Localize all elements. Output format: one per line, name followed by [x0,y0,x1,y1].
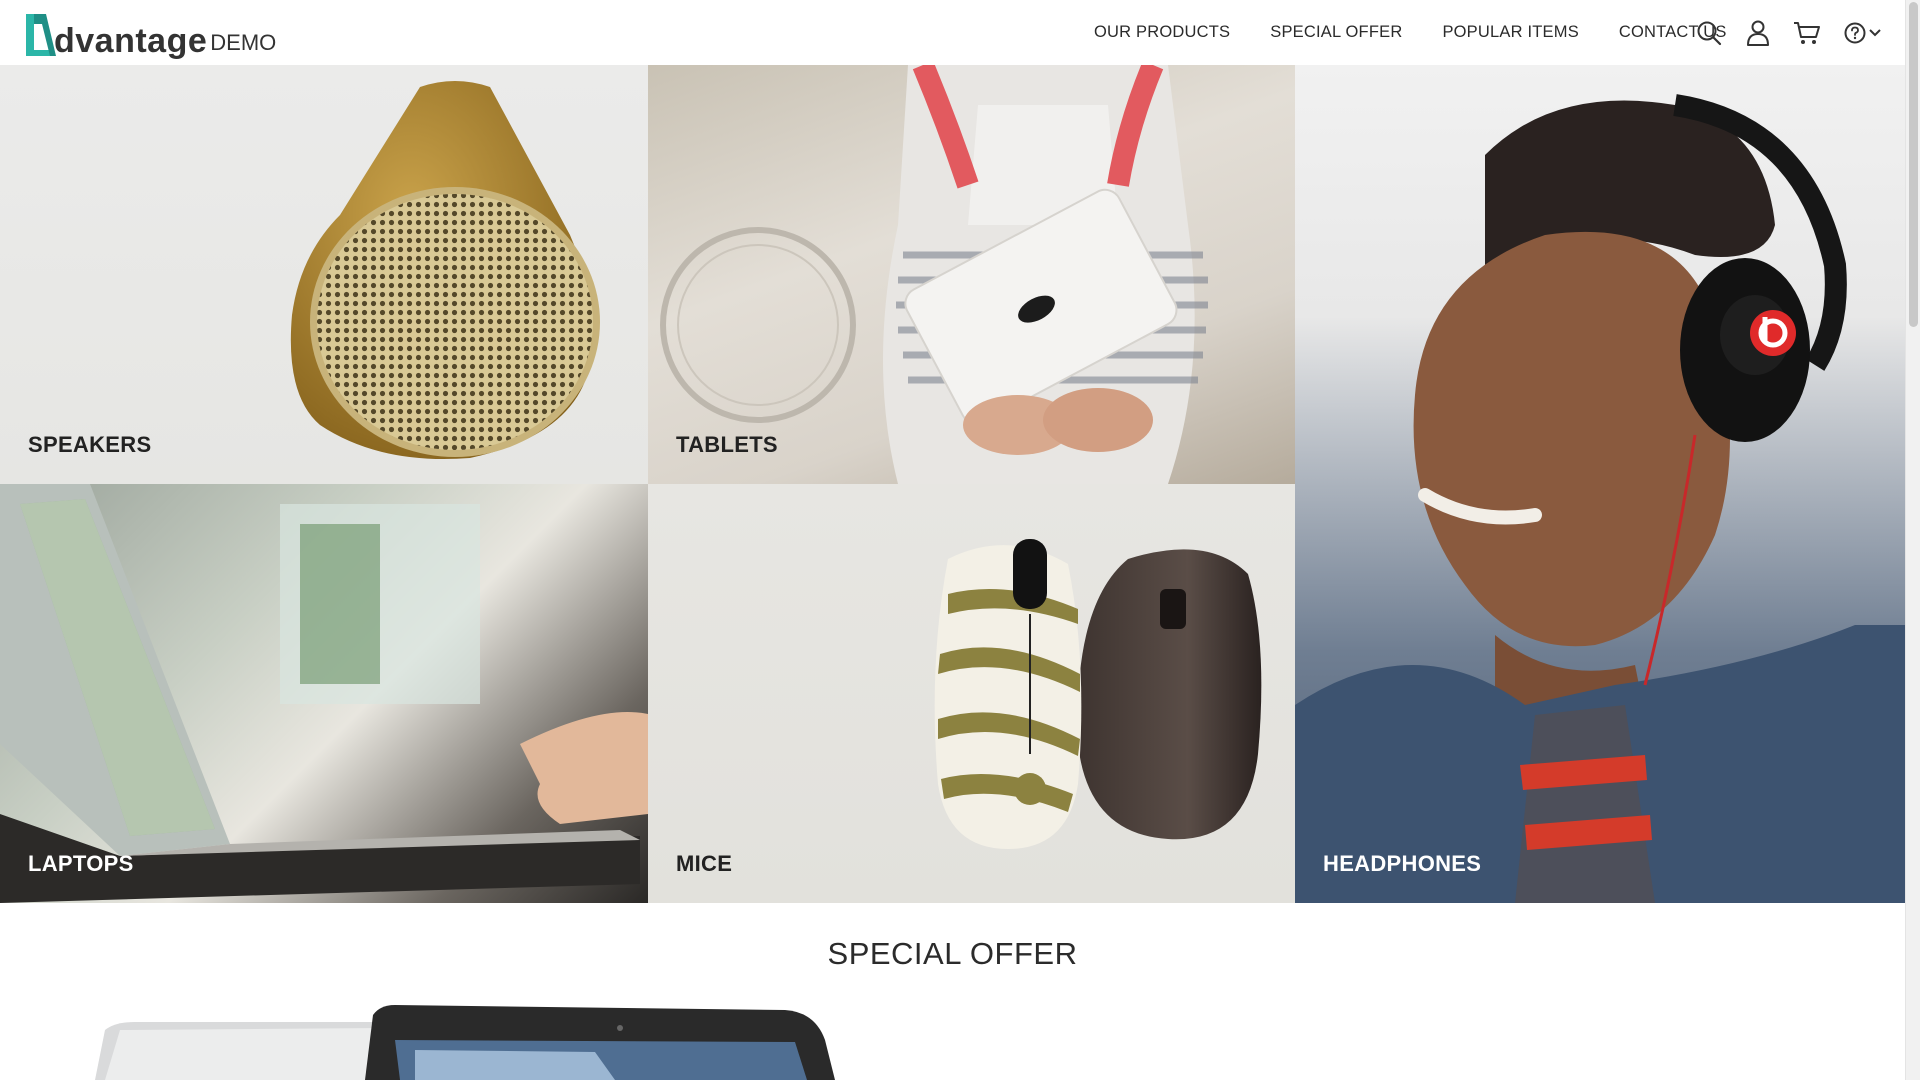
brand-suffix: DEMO [210,30,277,55]
brand-name: dvantage [54,22,208,60]
nav-popular-items[interactable]: POPULAR ITEMS [1442,23,1578,42]
user-icon[interactable] [1743,18,1773,48]
mice-image [934,539,1262,849]
help-icon [1844,22,1865,43]
special-offer-laptop-image[interactable] [95,1000,835,1080]
main-nav: OUR PRODUCTS SPECIAL OFFER POPULAR ITEMS… [1094,0,1767,65]
laptop-image [0,484,648,903]
search-icon[interactable] [1694,18,1724,48]
category-tile-speakers[interactable]: SPEAKERS [0,65,648,484]
category-label-speakers: SPEAKERS [28,432,152,457]
category-label-laptops: LAPTOPS [28,851,134,876]
page-scrollbar[interactable] [1905,0,1920,1080]
nav-special-offer[interactable]: SPECIAL OFFER [1270,23,1402,42]
category-label-mice: MICE [676,851,733,876]
cart-icon[interactable] [1792,18,1822,48]
category-tile-laptops[interactable]: LAPTOPS [0,484,648,903]
headphones-image [1295,94,1905,903]
logo-mark-icon [22,12,56,58]
site-header: dvantage DEMO OUR PRODUCTS SPECIAL OFFER… [0,0,1905,65]
category-label-headphones: HEADPHONES [1323,851,1482,876]
category-tile-headphones[interactable]: HEADPHONES [1295,65,1905,903]
brand-logo[interactable]: dvantage DEMO [22,8,276,58]
chevron-down-icon [1868,28,1881,36]
special-offer-title: SPECIAL OFFER [827,936,1078,971]
scrollbar-thumb[interactable] [1909,2,1918,327]
tablet-image [660,65,1208,484]
nav-our-products[interactable]: OUR PRODUCTS [1094,23,1230,42]
speaker-image [290,81,600,460]
header-icons [1694,0,1902,65]
category-tile-mice[interactable]: MICE [648,484,1295,903]
help-menu[interactable] [1841,18,1883,48]
category-tile-tablets[interactable]: TABLETS [648,65,1295,484]
category-label-tablets: TABLETS [676,432,778,457]
